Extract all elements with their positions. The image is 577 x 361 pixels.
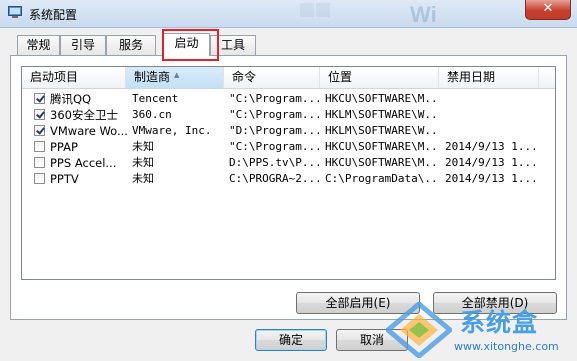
location-cell: HKCU\SOFTWARE\M... <box>325 92 437 105</box>
tab-general[interactable]: 常规 <box>17 35 60 55</box>
tab-boot[interactable]: 引导 <box>60 35 106 55</box>
table-row[interactable]: VMware Wo... VMware, Inc. "D:\Program...… <box>22 123 555 139</box>
ok-button[interactable]: 确定 <box>255 329 327 351</box>
command-cell: "C:\Program... <box>229 108 321 121</box>
manufacturer-cell: Tencent <box>132 92 179 105</box>
startup-item-name: PPS Accel... <box>50 156 117 170</box>
command-cell: "C:\Program... <box>229 140 321 153</box>
disable-date-cell <box>445 91 551 107</box>
tab-strip: 常规 引导 服务 启动 工具 <box>0 33 577 56</box>
tab-services[interactable]: 服务 <box>106 35 156 55</box>
row-checkbox[interactable] <box>34 109 45 120</box>
disable-date-cell: 2014/9/13 1... <box>445 140 538 153</box>
command-cell: "C:\Program... <box>229 92 321 105</box>
row-checkbox[interactable] <box>34 93 45 104</box>
manufacturer-cell: 未知 <box>132 156 154 169</box>
startup-item-name: PPTV <box>50 172 79 186</box>
command-cell: D:\PPS.tv\P... <box>229 156 321 169</box>
disable-date-cell: 2014/9/13 1... <box>445 172 538 185</box>
startup-item-name: VMware Wo... <box>50 124 128 138</box>
watermark-url: www.xitonghe.com <box>454 340 559 353</box>
disable-date-cell <box>445 107 551 123</box>
column-header-command[interactable]: 命令 <box>224 67 320 88</box>
location-cell: HKCU\SOFTWARE\M... <box>325 140 437 153</box>
column-header-manufacturer-label: 制造商 <box>134 70 171 84</box>
startup-list[interactable]: 启动项目 ▲ 制造商 命令 位置 禁用日期 腾讯QQ Tencent "C:\P… <box>21 66 556 280</box>
column-header-manufacturer[interactable]: ▲ 制造商 <box>126 67 224 88</box>
column-header-location[interactable]: 位置 <box>320 67 439 88</box>
site-watermark: 系统盒 www.xitonghe.com <box>386 300 577 361</box>
svg-text:Wi: Wi <box>410 2 437 27</box>
location-cell: C:\ProgramData\... <box>325 172 437 185</box>
command-cell: "D:\Program... <box>229 124 321 137</box>
startup-item-name: PPAP <box>50 140 78 154</box>
manufacturer-cell: 未知 <box>132 140 154 153</box>
disable-date-cell <box>445 123 551 139</box>
manufacturer-cell: 未知 <box>132 172 154 185</box>
watermark-logo-icon <box>386 302 452 358</box>
row-checkbox[interactable] <box>34 173 45 184</box>
location-cell: HKCU\SOFTWARE\M... <box>325 156 437 169</box>
watermark-brand: 系统盒 <box>460 308 539 337</box>
row-checkbox[interactable] <box>34 157 45 168</box>
row-checkbox[interactable] <box>34 141 45 152</box>
list-header: 启动项目 ▲ 制造商 命令 位置 禁用日期 <box>22 67 555 89</box>
row-checkbox[interactable] <box>34 125 45 136</box>
command-cell: C:\PROGRA~2... <box>229 172 321 185</box>
disable-date-cell: 2014/9/13 1... <box>445 156 538 169</box>
location-cell: HKLM\SOFTWARE\W... <box>325 108 437 121</box>
table-row[interactable]: PPAP 未知 "C:\Program... HKCU\SOFTWARE\M..… <box>22 139 555 155</box>
close-button[interactable]: ✕ <box>525 0 571 20</box>
table-row[interactable]: 360安全卫士 360.cn "C:\Program... HKLM\SOFTW… <box>22 107 555 123</box>
startup-item-name: 360安全卫士 <box>50 108 118 122</box>
background-decoration: Wi <box>300 2 437 27</box>
system-config-icon <box>8 6 22 18</box>
column-header-disable-date[interactable]: 禁用日期 <box>439 67 539 88</box>
manufacturer-cell: 360.cn <box>132 108 172 121</box>
sort-ascending-icon: ▲ <box>174 71 180 79</box>
table-row[interactable]: PPTV 未知 C:\PROGRA~2... C:\ProgramData\..… <box>22 171 555 187</box>
column-header-item[interactable]: 启动项目 <box>22 67 126 88</box>
title-bar: 系统配置 Wi ✕ <box>0 0 577 28</box>
table-row[interactable]: 腾讯QQ Tencent "C:\Program... HKCU\SOFTWAR… <box>22 91 555 107</box>
manufacturer-cell: VMware, Inc. <box>132 124 212 137</box>
startup-item-name: 腾讯QQ <box>50 92 92 106</box>
location-cell: HKLM\SOFTWARE\W... <box>325 124 437 137</box>
window-title: 系统配置 <box>29 8 78 22</box>
annotation-highlight-box <box>162 29 219 61</box>
table-row[interactable]: PPS Accel... 未知 D:\PPS.tv\P... HKCU\SOFT… <box>22 155 555 171</box>
